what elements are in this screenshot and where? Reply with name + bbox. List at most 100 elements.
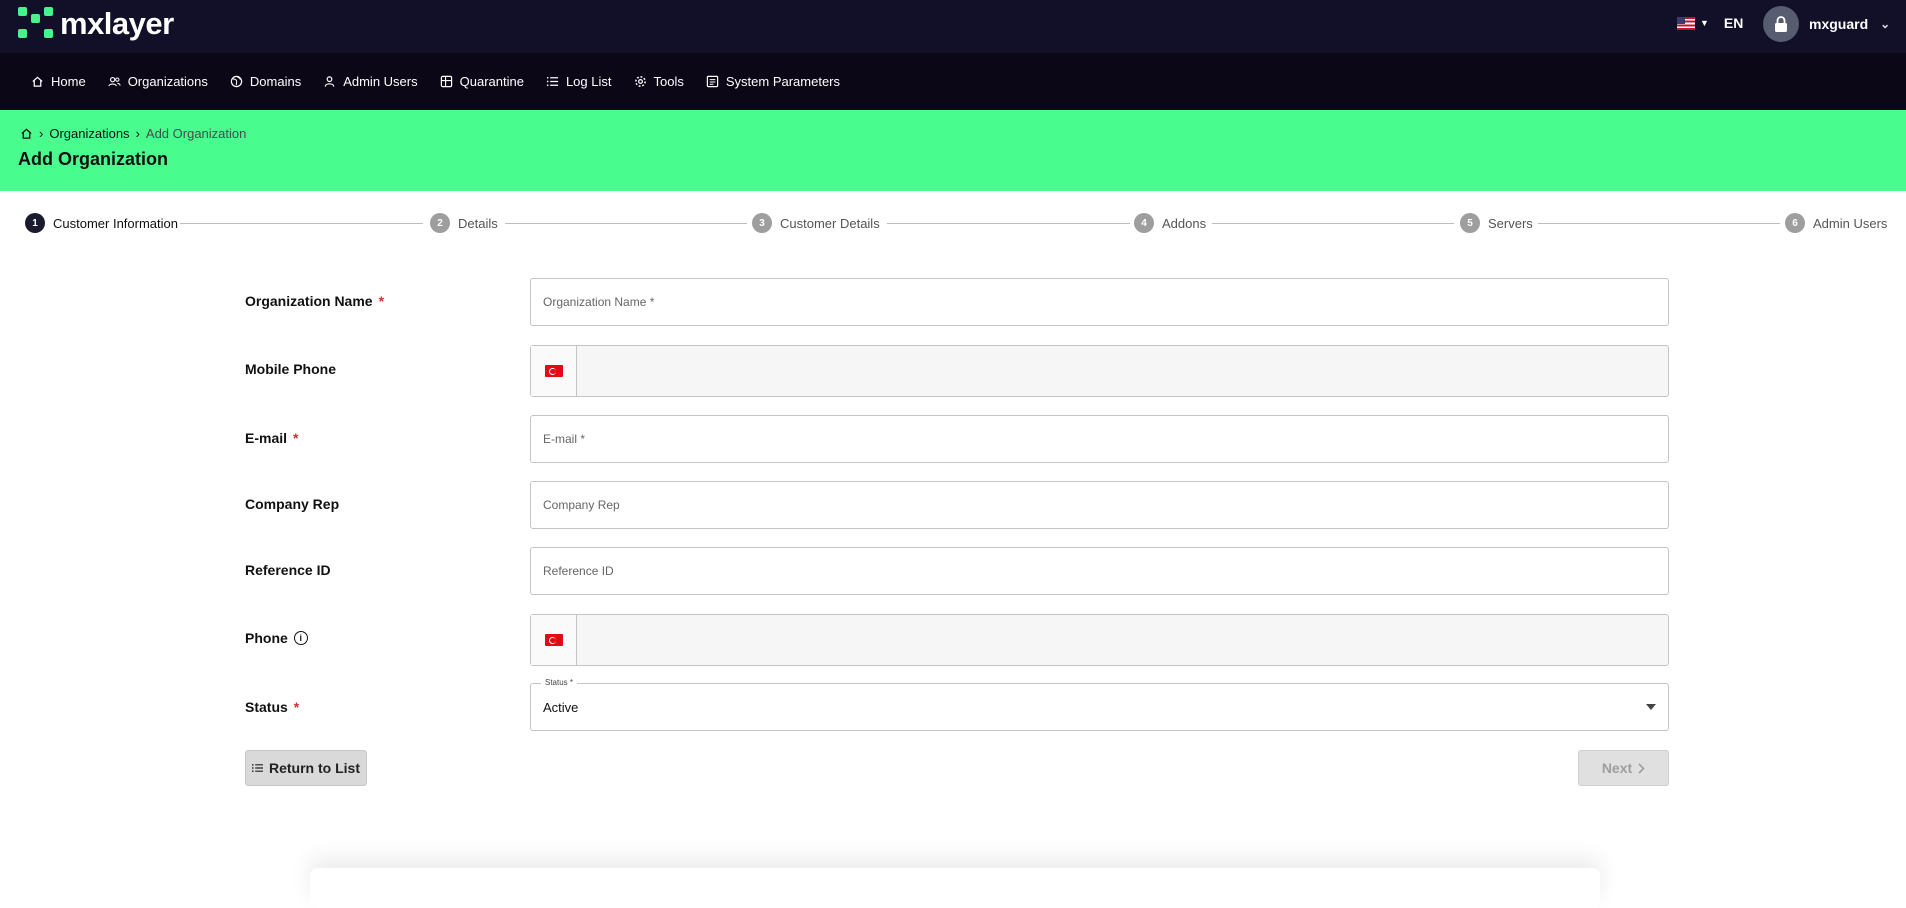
phone-label: Phone i (245, 630, 308, 646)
language-selector[interactable]: ▼ EN (1677, 15, 1743, 31)
user-menu[interactable]: mxguard ⌄ (1763, 6, 1890, 42)
status-value: Active (543, 699, 579, 715)
label-text: Reference ID (245, 562, 331, 578)
company-rep-field (530, 481, 1669, 529)
reference-id-label: Reference ID (245, 562, 331, 578)
reference-id-input[interactable] (531, 548, 1668, 594)
step-number: 4 (1134, 213, 1154, 233)
label-text: Status (245, 699, 288, 715)
return-label: Return to List (269, 760, 360, 776)
nav-item-quarantine[interactable]: Quarantine (429, 67, 535, 97)
nav-item-organizations[interactable]: Organizations (97, 67, 219, 97)
parameters-icon (706, 75, 719, 88)
nav-item-label: Domains (249, 74, 302, 89)
email-input[interactable] (531, 416, 1668, 462)
nav-item-label: Quarantine (459, 74, 524, 89)
chevron-down-icon: ⌄ (1880, 17, 1891, 31)
info-icon[interactable]: i (293, 631, 308, 645)
status-label: Status * (245, 699, 299, 715)
username: mxguard (1809, 16, 1869, 32)
step-label: Customer Information (53, 215, 178, 231)
mobile-phone-input[interactable] (577, 346, 1668, 396)
label-text: Phone (245, 630, 288, 646)
country-selector[interactable] (531, 615, 577, 665)
step-number: 1 (25, 213, 45, 233)
nav-item-label: Tools (653, 74, 684, 89)
turkey-flag-icon (544, 365, 563, 377)
caret-down-icon (1646, 704, 1656, 710)
list-icon (546, 76, 559, 87)
language-code: EN (1723, 15, 1744, 31)
required-marker: * (293, 699, 300, 715)
top-bar (0, 0, 1906, 53)
step-connector (887, 223, 1130, 224)
return-to-list-button[interactable]: Return to List (245, 750, 367, 786)
organization-name-label: Organization Name * (245, 293, 384, 309)
label-text: Mobile Phone (245, 361, 336, 377)
breadcrumb: › Organizations › Add Organization (20, 126, 246, 141)
users-icon (108, 76, 121, 87)
email-label: E-mail * (245, 430, 298, 446)
next-button[interactable]: Next (1578, 750, 1669, 786)
logo-mark-icon (18, 7, 54, 41)
nav-item-label: System Parameters (725, 74, 841, 89)
nav-item-log-list[interactable]: Log List (535, 67, 623, 97)
us-flag-icon (1677, 16, 1695, 30)
nav-item-domains[interactable]: Domains (219, 67, 312, 97)
nav-item-tools[interactable]: Tools (623, 67, 695, 97)
step-number: 3 (752, 213, 772, 233)
nav-item-label: Admin Users (343, 74, 418, 89)
step-customer-details[interactable]: 3 Customer Details (752, 213, 880, 233)
reference-id-field (530, 547, 1669, 595)
nav-item-admin-users[interactable]: Admin Users (312, 67, 428, 97)
country-selector[interactable] (531, 346, 577, 396)
gear-icon (634, 76, 646, 87)
lower-panel (310, 868, 1600, 908)
mobile-phone-field (530, 345, 1669, 397)
step-addons[interactable]: 4 Addons (1134, 213, 1207, 233)
label-text: Company Rep (245, 496, 340, 512)
nav-item-home[interactable]: Home (20, 67, 97, 97)
globe-icon (230, 75, 243, 88)
step-details[interactable]: 2 Details (430, 213, 498, 233)
nav-item-label: Organizations (127, 74, 208, 89)
step-label: Customer Details (780, 215, 880, 231)
app-logo[interactable]: mxlayer (18, 6, 174, 42)
status-legend: Status * (541, 678, 578, 687)
quarantine-icon (440, 75, 452, 88)
breadcrumb-organizations[interactable]: Organizations (49, 126, 129, 141)
phone-input[interactable] (577, 615, 1668, 665)
step-connector (180, 223, 423, 224)
turkey-flag-icon (544, 634, 563, 646)
step-number: 6 (1785, 213, 1805, 233)
next-label: Next (1601, 760, 1633, 776)
step-label: Addons (1162, 215, 1207, 231)
step-connector (505, 223, 747, 224)
logo-text: mxlayer (60, 6, 174, 41)
home-icon[interactable] (20, 127, 33, 140)
list-icon (252, 764, 263, 772)
chevron-right-icon (1638, 762, 1645, 774)
company-rep-label: Company Rep (245, 496, 339, 512)
step-connector (1212, 223, 1454, 224)
step-number: 5 (1460, 213, 1480, 233)
home-icon (32, 76, 43, 87)
step-customer-information[interactable]: 1 Customer Information (25, 213, 178, 233)
status-select[interactable]: Status * Active (530, 678, 1669, 731)
company-rep-input[interactable] (531, 482, 1668, 528)
page-title: Add Organization (18, 149, 168, 169)
stepper: 1 Customer Information 2 Details 3 Custo… (25, 213, 1891, 233)
caret-down-icon: ▼ (1700, 18, 1709, 28)
required-marker: * (293, 430, 299, 446)
step-servers[interactable]: 5 Servers (1460, 213, 1533, 233)
breadcrumb-separator: › (39, 126, 44, 141)
step-admin-users[interactable]: 6 Admin Users (1785, 213, 1888, 233)
step-connector (1538, 223, 1780, 224)
organization-name-input[interactable] (531, 279, 1668, 325)
step-label: Details (458, 215, 498, 231)
phone-field (530, 614, 1669, 666)
nav-item-system-parameters[interactable]: System Parameters (695, 67, 851, 97)
lock-icon (1775, 16, 1787, 32)
label-text: E-mail (245, 430, 288, 446)
step-label: Servers (1488, 215, 1533, 231)
